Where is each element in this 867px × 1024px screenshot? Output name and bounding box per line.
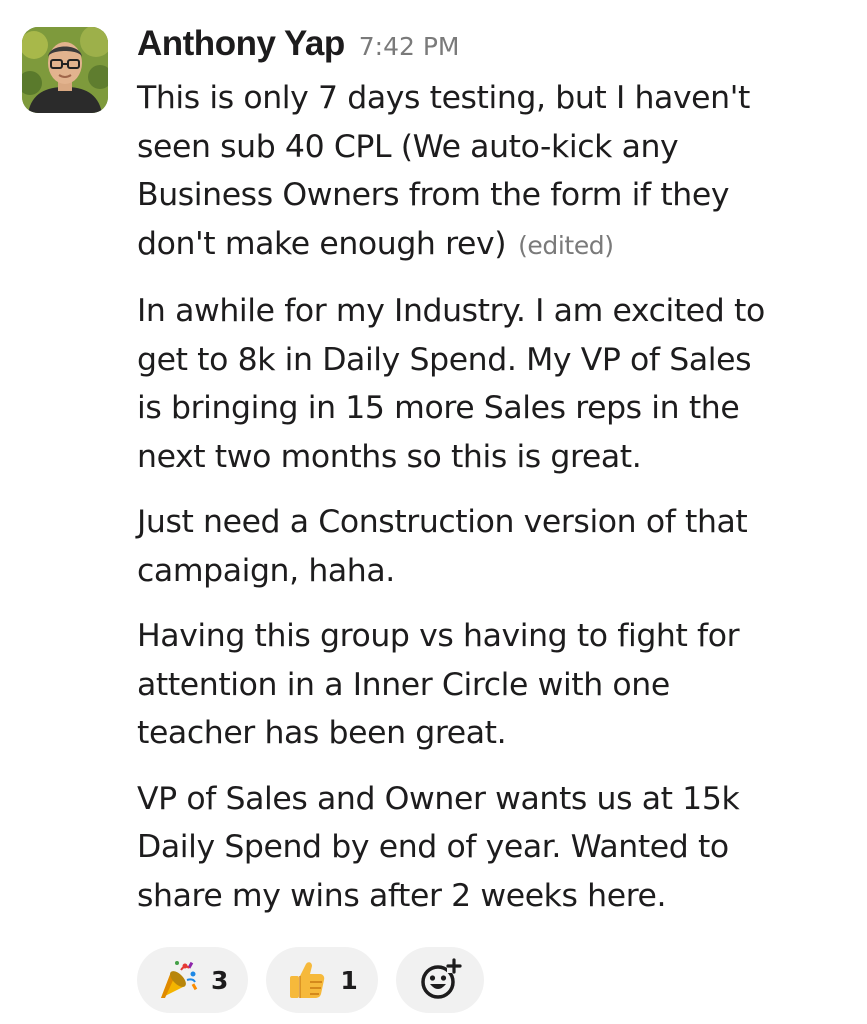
message-timestamp[interactable]: 7:42 PM bbox=[359, 32, 460, 61]
text-line: attention in a Inner Circle with one bbox=[137, 666, 670, 703]
text-line: get to 8k in Daily Spend. My VP of Sales bbox=[137, 341, 752, 378]
reactions-bar: 3 1 bbox=[137, 947, 484, 1013]
text-line: campaign, haha. bbox=[137, 552, 395, 589]
avatar[interactable] bbox=[22, 27, 108, 113]
text-line: Daily Spend by end of year. Wanted to bbox=[137, 829, 729, 865]
text-line: next two months so this is great. bbox=[137, 438, 642, 475]
message: Anthony Yap 7:42 PM This is only 7 days … bbox=[0, 0, 867, 1024]
message-paragraph: Having this group vs having to fight for… bbox=[137, 612, 857, 758]
add-reaction-icon bbox=[421, 958, 462, 999]
text-line: In awhile for my Industry. I am excited … bbox=[137, 293, 765, 329]
reaction-count: 1 bbox=[340, 965, 358, 995]
thumbs-up-icon bbox=[290, 962, 325, 998]
edited-label: (edited) bbox=[518, 230, 614, 260]
message-paragraph: In awhile for my Industry. I am excited … bbox=[137, 287, 857, 481]
message-paragraph: This is only 7 days testing, but I haven… bbox=[137, 74, 857, 270]
text-line: don't make enough rev) (edited) bbox=[137, 220, 857, 271]
reaction-party-popper[interactable]: 3 bbox=[137, 947, 249, 1013]
message-paragraph: Just need a Construction version of that… bbox=[137, 498, 857, 595]
message-header: Anthony Yap 7:42 PM bbox=[137, 24, 857, 74]
text-line: is bringing in 15 more Sales reps in the bbox=[137, 390, 740, 426]
avatar-image bbox=[22, 27, 108, 113]
text-line: Business Owners from the form if they bbox=[137, 177, 730, 213]
add-reaction-button[interactable] bbox=[395, 947, 484, 1013]
reaction-thumbs-up[interactable]: 1 bbox=[266, 947, 378, 1013]
text-line: share my wins after 2 weeks here. bbox=[137, 877, 667, 914]
text-line: teacher has been great. bbox=[137, 715, 507, 751]
text-line: seen sub 40 CPL (We auto-kick any bbox=[137, 128, 679, 165]
text-line: Having this group vs having to fight for bbox=[137, 618, 740, 654]
text-line: VP of Sales and Owner wants us at 15k bbox=[137, 780, 740, 817]
text-line-content: don't make enough rev) bbox=[137, 225, 507, 262]
party-popper-icon bbox=[161, 961, 198, 998]
reaction-count: 3 bbox=[211, 965, 229, 995]
message-paragraph: VP of Sales and Owner wants us at 15k Da… bbox=[137, 775, 857, 921]
text-line: Just need a Construction version of that bbox=[137, 504, 748, 540]
message-content: Anthony Yap 7:42 PM This is only 7 days … bbox=[137, 24, 857, 937]
author-name[interactable]: Anthony Yap bbox=[137, 24, 345, 64]
text-line: This is only 7 days testing, but I haven… bbox=[137, 80, 750, 116]
